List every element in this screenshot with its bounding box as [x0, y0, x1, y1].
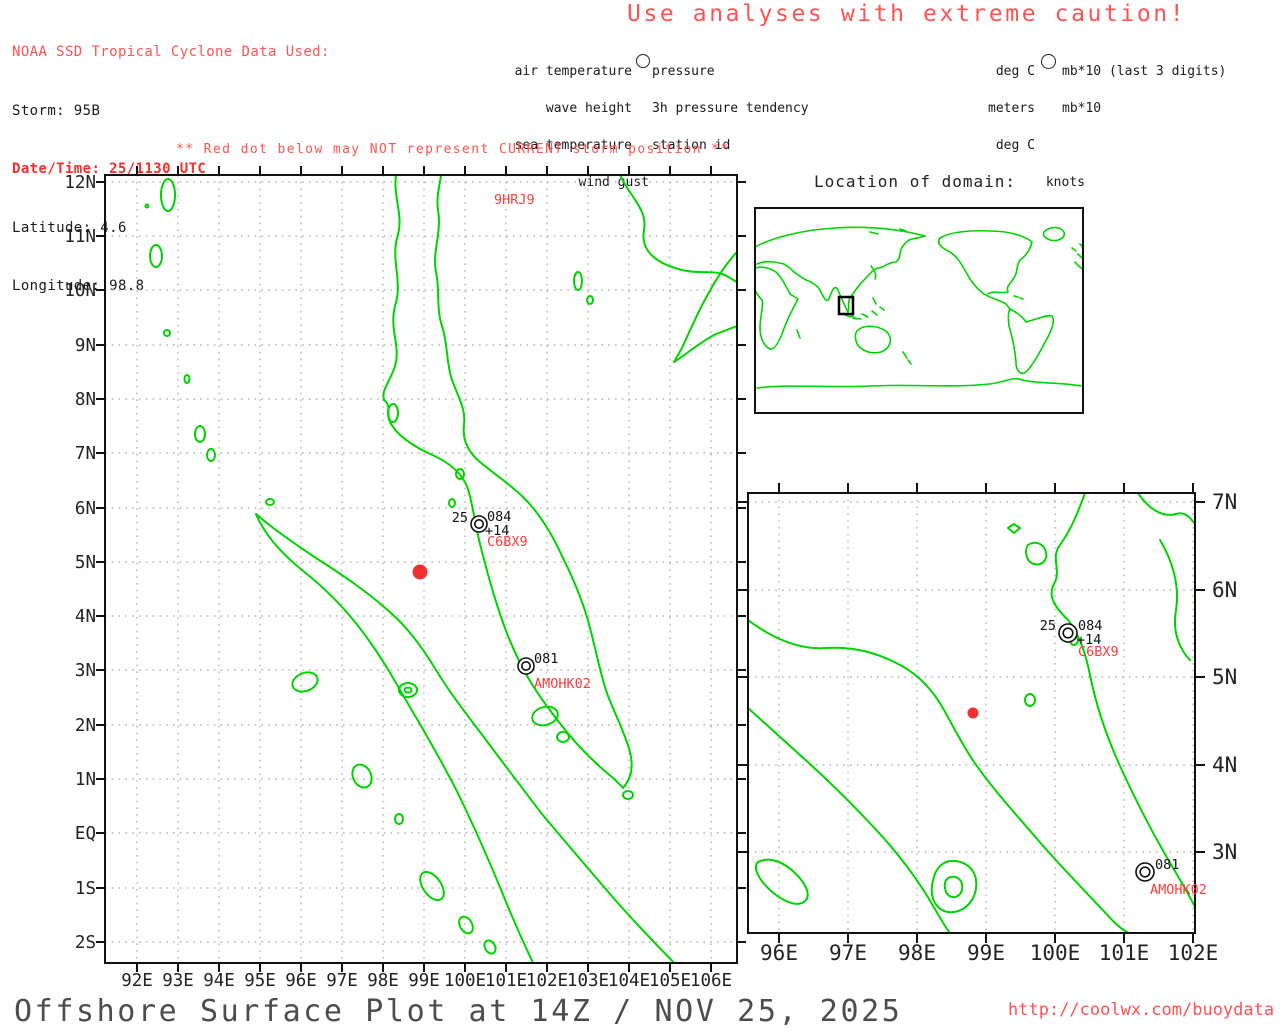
x-tick-label: 97E	[326, 971, 358, 991]
x-tick-label: 99E	[967, 941, 1005, 965]
station-9hrj9-main: 9HRJ9	[494, 192, 535, 208]
station-air-temp: 25	[1040, 618, 1056, 634]
x-tick-label: 102E	[1168, 941, 1219, 965]
main-map-y-axis: 12N 11N 10N 9N 8N 7N 6N 5N 4N 3N 2N 1N E…	[64, 173, 96, 953]
y-tick-label: 5N	[75, 553, 96, 573]
y-tick-label: 6N	[75, 499, 96, 519]
inset-x-axis: 96E 97E 98E 99E 100E 101E 102E	[760, 941, 1218, 965]
y-tick-label: 12N	[64, 173, 96, 193]
station-amohk02-inset: 081 AMOHK02	[1136, 857, 1207, 898]
x-tick-label: 105E	[649, 971, 691, 991]
inset-map: 96E 97E 98E 99E 100E 101E 102E 7N 6N 5N …	[738, 483, 1237, 965]
y-tick-label: 1N	[75, 770, 96, 790]
y-tick-label: 3N	[1212, 840, 1237, 864]
x-tick-label: 102E	[526, 971, 568, 991]
x-tick-label: 99E	[408, 971, 440, 991]
x-tick-label: 98E	[898, 941, 936, 965]
x-tick-label: 101E	[485, 971, 527, 991]
world-locator-map	[755, 208, 1083, 413]
maps-canvas: 92E 93E 94E 95E 96E 97E 98E 99E 100E 101…	[0, 0, 1280, 1024]
x-tick-label: 96E	[760, 941, 798, 965]
x-tick-label: 106E	[690, 971, 732, 991]
station-id-label: 9HRJ9	[494, 192, 535, 208]
station-pressure: 081	[534, 651, 558, 667]
x-tick-label: 92E	[121, 971, 153, 991]
y-tick-label: 7N	[75, 444, 96, 464]
x-tick-label: 98E	[367, 971, 399, 991]
station-amohk02-main: 081 AMOHK02	[518, 651, 591, 692]
y-tick-label: 8N	[75, 390, 96, 410]
y-tick-label: 11N	[64, 227, 96, 247]
y-tick-label: 10N	[64, 281, 96, 301]
main-map-x-axis: 92E 93E 94E 95E 96E 97E 98E 99E 100E 101…	[121, 971, 732, 991]
station-id-label: AMOHK02	[1150, 882, 1207, 898]
main-map-coastlines	[146, 170, 738, 965]
station-id-label: C6BX9	[487, 534, 528, 550]
station-id-label: C6BX9	[1078, 644, 1119, 660]
y-tick-label: 4N	[1212, 753, 1237, 777]
source-url[interactable]: http://coolwx.com/buoydata	[1008, 1000, 1274, 1020]
y-tick-label: 4N	[75, 607, 96, 627]
main-map: 92E 93E 94E 95E 96E 97E 98E 99E 100E 101…	[64, 166, 746, 991]
world-coastlines	[755, 227, 1083, 388]
station-c6bx9-inset: 25 084 +14 C6BX9	[1040, 618, 1119, 660]
storm-position-dot-inset	[968, 708, 979, 719]
x-tick-label: 93E	[162, 971, 194, 991]
x-tick-label: 101E	[1099, 941, 1150, 965]
inset-y-axis: 7N 6N 5N 4N 3N	[1212, 490, 1237, 864]
x-tick-label: 104E	[608, 971, 650, 991]
station-pressure: 081	[1155, 857, 1179, 873]
station-id-label: AMOHK02	[534, 676, 591, 692]
station-air-temp: 25	[452, 510, 468, 526]
domain-highlight-box	[839, 297, 853, 314]
x-tick-label: 97E	[829, 941, 867, 965]
y-tick-label: 2N	[75, 716, 96, 736]
y-tick-label: 1S	[75, 879, 96, 899]
y-tick-label: 5N	[1212, 665, 1237, 689]
x-tick-label: 100E	[1030, 941, 1081, 965]
storm-position-dot-main	[413, 565, 428, 580]
y-tick-label: 2S	[75, 933, 96, 953]
y-tick-label: 9N	[75, 336, 96, 356]
x-tick-label: 103E	[567, 971, 609, 991]
x-tick-label: 100E	[444, 971, 486, 991]
x-tick-label: 96E	[285, 971, 317, 991]
station-c6bx9-main: 25 084 +14 C6BX9	[452, 509, 528, 550]
y-tick-label: EQ	[75, 824, 96, 844]
x-tick-label: 95E	[244, 971, 276, 991]
y-tick-label: 6N	[1212, 578, 1237, 602]
y-tick-label: 7N	[1212, 490, 1237, 514]
y-tick-label: 3N	[75, 661, 96, 681]
x-tick-label: 94E	[203, 971, 235, 991]
buoy-plot-page: { "colors": { "green": "#00d400", "red_s…	[0, 0, 1280, 1024]
